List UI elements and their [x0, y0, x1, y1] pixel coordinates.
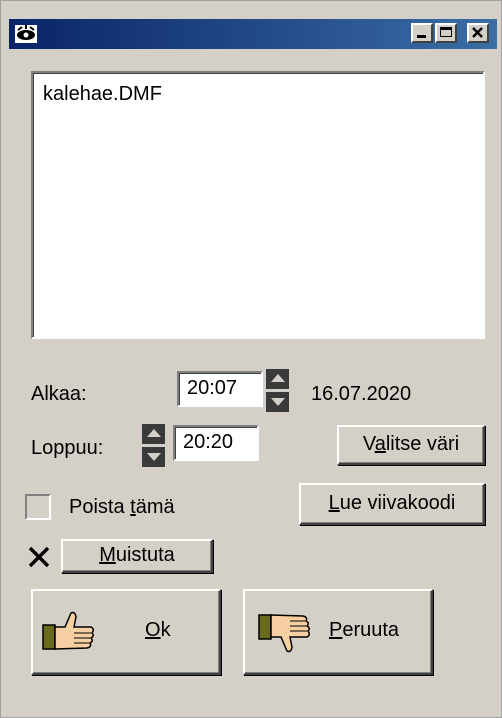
notes-textarea[interactable]: kalehae.DMF: [31, 71, 485, 339]
button-label-hotkey: O: [145, 619, 161, 641]
button-label: litse väri: [385, 433, 460, 455]
maximize-button[interactable]: [435, 23, 457, 43]
button-label: V: [362, 433, 375, 455]
button-label-hotkey: M: [99, 544, 116, 566]
spin-up-icon[interactable]: [141, 423, 165, 444]
ok-button[interactable]: Ok: [31, 589, 221, 675]
cancel-label: Peruuta: [329, 619, 399, 642]
minimize-icon: [417, 35, 426, 38]
close-button[interactable]: [467, 23, 489, 43]
remind-button[interactable]: Muistuta: [61, 539, 213, 573]
end-label: Loppuu:: [31, 437, 104, 459]
button-label: eruuta: [342, 619, 400, 641]
thumbs-down-icon: [258, 614, 311, 653]
label-text: ämä: [135, 496, 175, 518]
eye-icon: [15, 25, 37, 43]
start-label: Alkaa:: [31, 383, 87, 405]
title-bar[interactable]: [9, 19, 497, 49]
spin-down-icon[interactable]: [141, 446, 165, 467]
cancel-button[interactable]: Peruuta: [243, 589, 433, 675]
maximize-icon: [440, 27, 452, 37]
choose-color-button[interactable]: Valitse väri: [337, 425, 485, 465]
label-text: Poista: [69, 496, 131, 518]
button-label: k: [160, 619, 171, 641]
end-time-input[interactable]: 20:20: [173, 425, 259, 461]
button-label-hotkey: P: [329, 619, 343, 641]
button-label: ue viivakoodi: [339, 492, 456, 514]
delete-this-label: Poista tämä: [69, 496, 175, 519]
spin-down-icon[interactable]: [265, 391, 289, 412]
close-icon: [472, 27, 483, 38]
read-barcode-button[interactable]: Lue viivakoodi: [299, 483, 485, 525]
button-label-hotkey: L: [328, 492, 340, 514]
memo-line: kalehae.DMF: [43, 83, 162, 105]
start-time-input[interactable]: 20:07: [177, 371, 263, 407]
start-date: 16.07.2020: [311, 383, 412, 405]
remind-checkbox[interactable]: [26, 544, 52, 570]
thumbs-up-icon: [42, 611, 95, 650]
dialog-window: kalehae.DMF Alkaa: 20:07 16.07.2020 Lopp…: [0, 0, 502, 718]
spin-up-icon[interactable]: [265, 368, 289, 389]
ok-label: Ok: [145, 619, 171, 642]
end-time-spinner[interactable]: [141, 423, 165, 467]
delete-this-checkbox[interactable]: [25, 494, 51, 520]
button-label: uistuta: [115, 544, 175, 566]
start-time-spinner[interactable]: [265, 368, 289, 412]
minimize-button[interactable]: [411, 23, 433, 43]
button-label-hotkey: a: [374, 433, 386, 455]
